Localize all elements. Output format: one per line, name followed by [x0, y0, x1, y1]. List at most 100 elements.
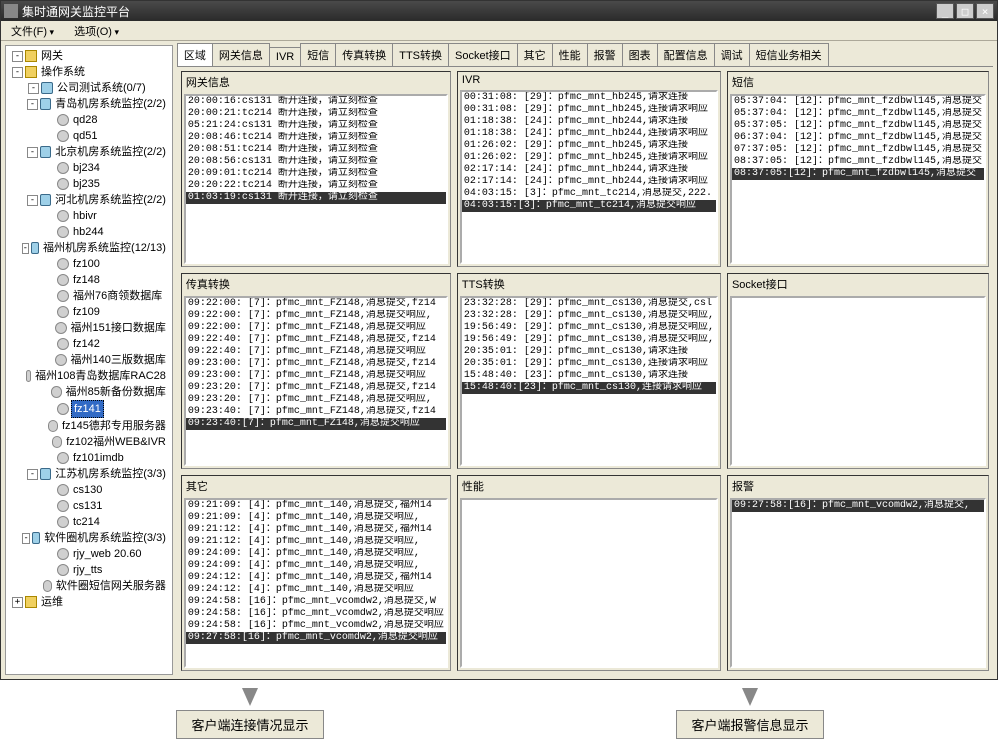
minimize-button[interactable]: _ [936, 3, 954, 19]
collapse-icon[interactable]: - [22, 533, 30, 544]
tree-item[interactable]: rjy_web 20.60 [8, 546, 170, 562]
tree-item-label: cs131 [71, 498, 104, 514]
panel-body[interactable]: 09:22:00: [7]：pfmc_mnt_FZ148,消息提交,fz14 09… [184, 296, 448, 466]
tree-item[interactable]: rjy_tts [8, 562, 170, 578]
collapse-icon[interactable]: - [27, 195, 38, 206]
tree-item[interactable]: cs131 [8, 498, 170, 514]
tab-0[interactable]: 区域 [177, 43, 213, 66]
tree-item[interactable]: 福州85新备份数据库 [8, 384, 170, 400]
tree-item[interactable]: -公司测试系统(0/7) [8, 80, 170, 96]
tree-item[interactable]: qd28 [8, 112, 170, 128]
panel-body[interactable]: 20:00:16:cs131 断开连接，请立刻检查20:00:21:tc214 … [184, 94, 448, 264]
server-icon [40, 194, 52, 206]
maximize-button[interactable]: □ [956, 3, 974, 19]
node-icon [57, 114, 69, 126]
log-line: 09:23:40: [7]：pfmc_mnt_FZ148,消息提交,fz14 [186, 406, 446, 418]
panel-title: 传真转换 [182, 274, 450, 294]
tree-item[interactable]: fz100 [8, 256, 170, 272]
tab-10[interactable]: 图表 [622, 43, 658, 66]
node-icon [57, 210, 69, 222]
panel-body[interactable]: 00:31:08: [29]：pfmc_mnt_hb245,请求连接00:31:… [460, 90, 718, 264]
tree-item[interactable]: fz102福州WEB&IVR [8, 434, 170, 450]
tab-13[interactable]: 短信业务相关 [749, 43, 829, 66]
collapse-icon[interactable]: - [22, 243, 29, 254]
tree-item-label: fz102福州WEB&IVR [64, 434, 168, 450]
tree-item-label: fz148 [71, 272, 102, 288]
tree-item[interactable]: 福州151接口数据库 [8, 320, 170, 336]
menu-file[interactable]: 文件(F) [5, 21, 60, 41]
tree-item[interactable]: 福州108青岛数据库RAC28 [8, 368, 170, 384]
tree-item[interactable]: qd51 [8, 128, 170, 144]
tree-item[interactable]: fz101imdb [8, 450, 170, 466]
tree-item[interactable]: -操作系统 [8, 64, 170, 80]
tree-item[interactable]: - 江苏机房系统监控(3/3) [8, 466, 170, 482]
tree-item[interactable]: cs130 [8, 482, 170, 498]
tree-item[interactable]: bj235 [8, 176, 170, 192]
tab-8[interactable]: 性能 [552, 43, 588, 66]
tree-item[interactable]: fz109 [8, 304, 170, 320]
log-line: 05:21:24:cs131 断开连接，请立刻检查 [186, 120, 446, 132]
tree-item[interactable]: fz141 [8, 400, 170, 418]
tab-7[interactable]: 其它 [517, 43, 553, 66]
panel-body[interactable]: 23:32:28: [29]：pfmc_mnt_cs130,消息提交,csl23… [460, 296, 718, 466]
titlebar: 集时通网关监控平台 _ □ × [1, 1, 997, 21]
close-button[interactable]: × [976, 3, 994, 19]
tab-6[interactable]: Socket接口 [448, 43, 518, 66]
tree-item[interactable]: -网关 [8, 48, 170, 64]
tab-1[interactable]: 网关信息 [212, 43, 270, 66]
collapse-icon[interactable]: - [27, 469, 38, 480]
collapse-icon[interactable]: - [12, 51, 23, 62]
panel-0: 网关信息20:00:16:cs131 断开连接，请立刻检查20:00:21:tc… [181, 71, 451, 267]
log-line: 05:37:04: [12]：pfmc_mnt_fzdbwl145,消息提交 [732, 108, 984, 120]
menu-options[interactable]: 选项(O) [68, 21, 125, 41]
log-line: 09:22:00: [7]：pfmc_mnt_FZ148,消息提交响应 [186, 322, 446, 334]
tree-item-label: 江苏机房系统监控(3/3) [53, 466, 168, 482]
tab-9[interactable]: 报警 [587, 43, 623, 66]
tab-5[interactable]: TTS转换 [392, 43, 449, 66]
tree-item[interactable]: hbivr [8, 208, 170, 224]
tree-item[interactable]: fz148 [8, 272, 170, 288]
tree-item[interactable]: 福州140三版数据库 [8, 352, 170, 368]
log-line: 09:24:12: [4]：pfmc_mnt_140,消息提交响应 [186, 584, 446, 596]
tree-item[interactable]: tc214 [8, 514, 170, 530]
tree-item[interactable]: -软件圈机房系统监控(3/3) [8, 530, 170, 546]
log-line: 15:48:40: [23]：pfmc_mnt_cs130,请求连接 [462, 370, 716, 382]
log-line: 20:20:22:tc214 断开连接，请立刻检查 [186, 180, 446, 192]
panel-body[interactable]: 09:21:09: [4]：pfmc_mnt_140,消息提交,福州1409:2… [184, 498, 448, 668]
sidebar-tree[interactable]: -网关-操作系统-公司测试系统(0/7)-青岛机房系统监控(2/2)qd28qd… [5, 45, 173, 675]
tree-item[interactable]: -青岛机房系统监控(2/2) [8, 96, 170, 112]
log-line: 05:37:05: [12]：pfmc_mnt_fzdbwl145,消息提交 [732, 120, 984, 132]
panel-body[interactable]: 05:37:04: [12]：pfmc_mnt_fzdbwl145,消息提交05… [730, 94, 986, 264]
tree-item[interactable]: fz145德邦专用服务器 [8, 418, 170, 434]
tree-item[interactable]: fz142 [8, 336, 170, 352]
collapse-icon[interactable]: - [28, 83, 39, 94]
panel-body[interactable] [460, 498, 718, 668]
tab-2[interactable]: IVR [269, 47, 301, 66]
tree-item[interactable]: 软件圈短信网关服务器 [8, 578, 170, 594]
panel-body[interactable]: 09:27:58:[16]：pfmc_mnt_vcomdw2,消息提交, [730, 498, 986, 668]
collapse-icon[interactable]: - [27, 99, 38, 110]
log-line: 23:32:28: [29]：pfmc_mnt_cs130,消息提交响应, [462, 310, 716, 322]
collapse-icon[interactable]: - [27, 147, 38, 158]
tab-3[interactable]: 短信 [300, 43, 336, 66]
tree-item[interactable]: +运维 [8, 594, 170, 610]
tree-item-label: fz141 [71, 400, 104, 418]
log-line: 09:22:00: [7]：pfmc_mnt_FZ148,消息提交,fz14 [186, 298, 446, 310]
tab-12[interactable]: 调试 [714, 43, 750, 66]
folder-icon [25, 596, 37, 608]
tree-item[interactable]: hb244 [8, 224, 170, 240]
tree-item[interactable]: -河北机房系统监控(2/2) [8, 192, 170, 208]
log-line: 09:21:09: [4]：pfmc_mnt_140,消息提交响应, [186, 512, 446, 524]
tab-11[interactable]: 配置信息 [657, 43, 715, 66]
tree-item[interactable]: 福州76商领数据库 [8, 288, 170, 304]
tree-item-label: hb244 [71, 224, 106, 240]
tab-4[interactable]: 传真转换 [335, 43, 393, 66]
node-icon [57, 226, 69, 238]
expand-icon[interactable]: + [12, 597, 23, 608]
tree-item[interactable]: -福州机房系统监控(12/13) [8, 240, 170, 256]
tree-item[interactable]: bj234 [8, 160, 170, 176]
panel-body[interactable] [730, 296, 986, 466]
tree-item[interactable]: -北京机房系统监控(2/2) [8, 144, 170, 160]
collapse-icon[interactable]: - [12, 67, 23, 78]
folder-icon [25, 66, 37, 78]
